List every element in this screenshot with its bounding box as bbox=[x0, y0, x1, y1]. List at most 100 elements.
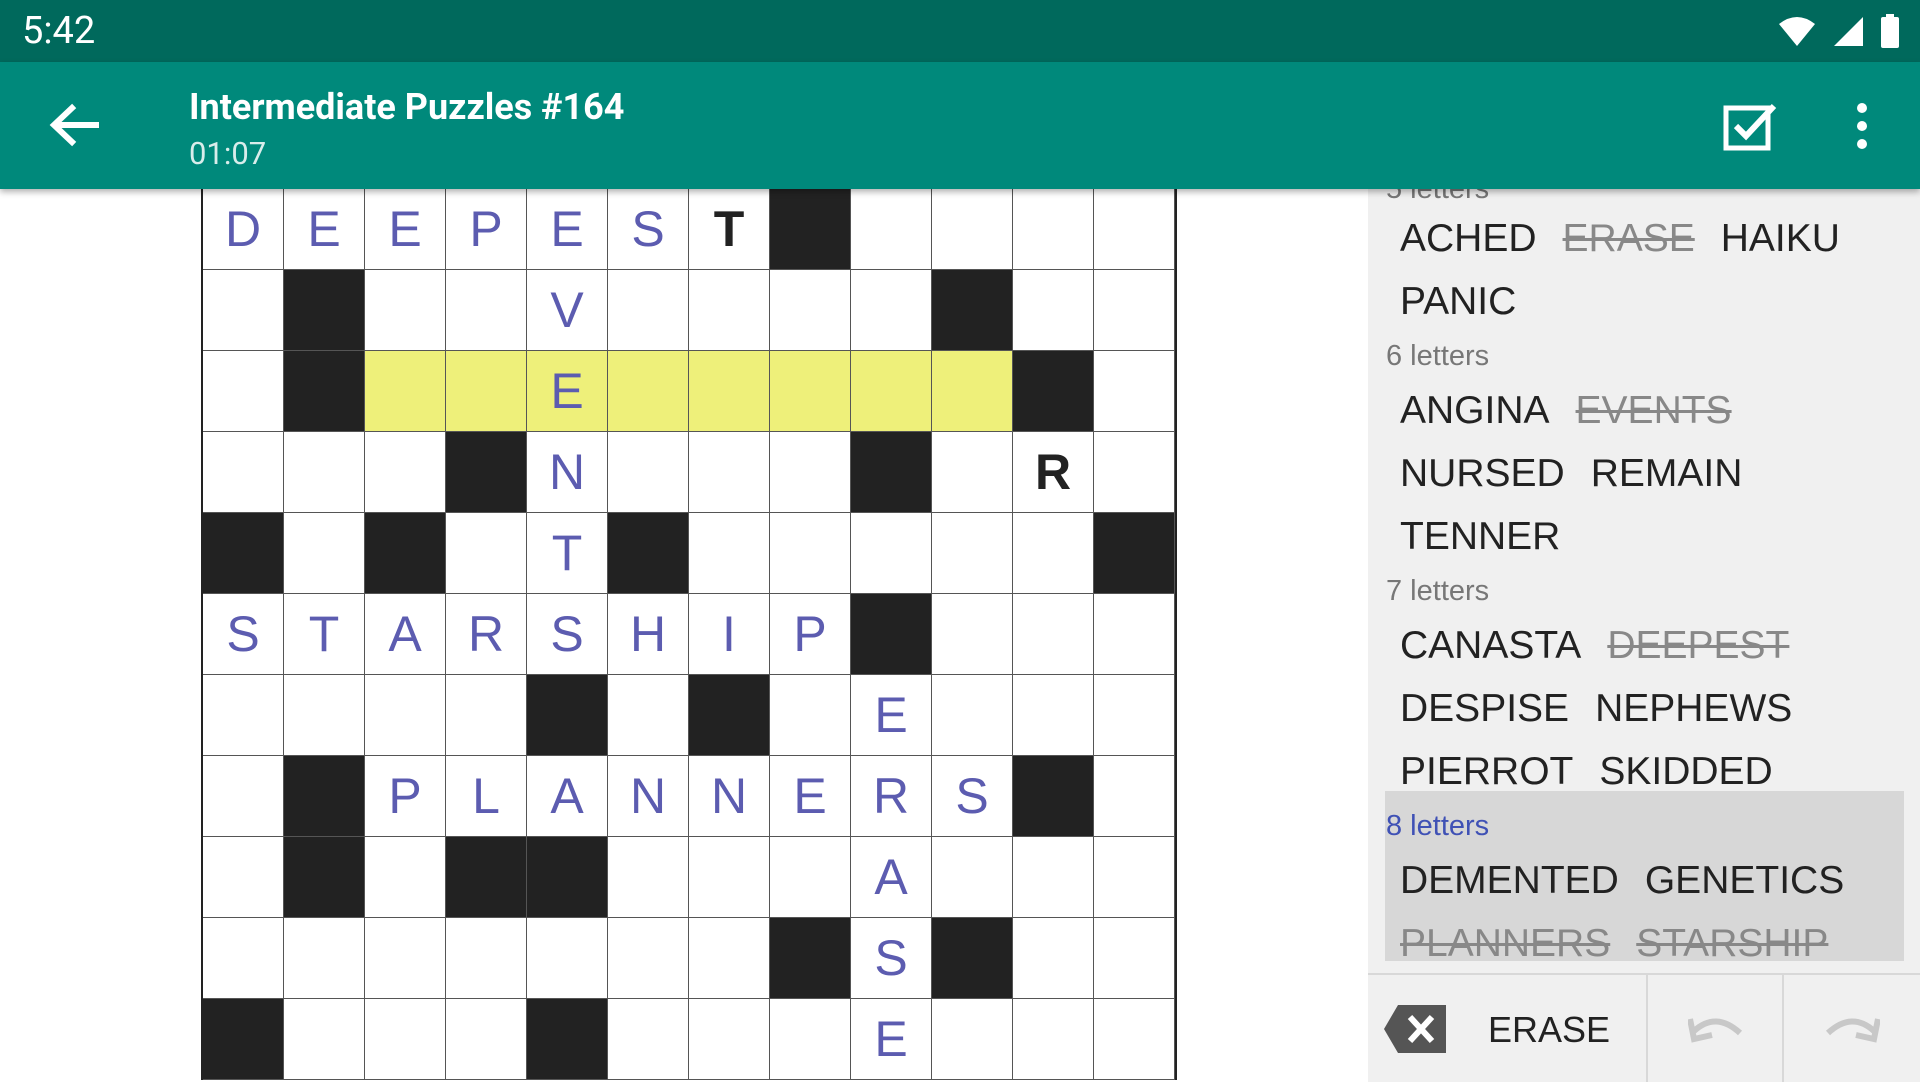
grid-cell[interactable] bbox=[608, 432, 689, 513]
grid-cell[interactable] bbox=[932, 513, 1013, 594]
word-item[interactable]: GENETICS bbox=[1645, 859, 1844, 902]
grid-cell[interactable] bbox=[203, 432, 284, 513]
grid-block[interactable] bbox=[689, 675, 770, 756]
grid-cell[interactable] bbox=[284, 675, 365, 756]
grid-cell[interactable] bbox=[851, 513, 932, 594]
word-item[interactable]: ACHED bbox=[1400, 217, 1537, 260]
grid-cell[interactable]: N bbox=[527, 432, 608, 513]
grid-cell[interactable]: T bbox=[284, 594, 365, 675]
grid-cell[interactable]: N bbox=[689, 756, 770, 837]
grid-cell[interactable] bbox=[1013, 594, 1094, 675]
grid-cell[interactable] bbox=[932, 351, 1013, 432]
back-arrow-icon[interactable] bbox=[44, 100, 104, 150]
word-item[interactable]: PLANNERS bbox=[1400, 922, 1610, 965]
grid-cell[interactable] bbox=[446, 675, 527, 756]
grid-block[interactable] bbox=[284, 351, 365, 432]
grid-cell[interactable] bbox=[1094, 594, 1175, 675]
word-item[interactable]: DEMENTED bbox=[1400, 859, 1619, 902]
grid-cell[interactable]: P bbox=[770, 594, 851, 675]
grid-cell[interactable] bbox=[527, 918, 608, 999]
erase-button[interactable]: ERASE bbox=[1368, 975, 1646, 1082]
redo-button[interactable] bbox=[1782, 975, 1920, 1082]
grid-cell[interactable] bbox=[446, 513, 527, 594]
grid-cell[interactable] bbox=[365, 918, 446, 999]
grid-cell[interactable]: R bbox=[1013, 432, 1094, 513]
grid-cell[interactable] bbox=[932, 189, 1013, 270]
grid-cell[interactable] bbox=[608, 351, 689, 432]
grid-cell[interactable] bbox=[689, 837, 770, 918]
grid-block[interactable] bbox=[365, 513, 446, 594]
grid-block[interactable] bbox=[284, 270, 365, 351]
grid-cell[interactable]: R bbox=[851, 756, 932, 837]
grid-cell[interactable]: N bbox=[608, 756, 689, 837]
grid-cell[interactable]: E bbox=[527, 351, 608, 432]
grid-cell[interactable]: S bbox=[932, 756, 1013, 837]
grid-cell[interactable] bbox=[1094, 351, 1175, 432]
grid-cell[interactable] bbox=[1013, 270, 1094, 351]
grid-block[interactable] bbox=[527, 837, 608, 918]
grid-cell[interactable] bbox=[365, 675, 446, 756]
crossword-grid[interactable]: DEEPESTVENRTSTARSHIPEPLANNERSASE bbox=[201, 189, 1177, 1080]
grid-cell[interactable] bbox=[284, 513, 365, 594]
grid-cell[interactable] bbox=[446, 270, 527, 351]
grid-block[interactable] bbox=[851, 594, 932, 675]
grid-cell[interactable]: P bbox=[446, 189, 527, 270]
overflow-menu-icon[interactable] bbox=[1848, 100, 1876, 152]
grid-cell[interactable]: E bbox=[284, 189, 365, 270]
grid-block[interactable] bbox=[284, 837, 365, 918]
grid-cell[interactable] bbox=[1094, 270, 1175, 351]
grid-block[interactable] bbox=[284, 756, 365, 837]
grid-cell[interactable] bbox=[851, 189, 932, 270]
word-item[interactable]: PANIC bbox=[1400, 280, 1516, 323]
grid-cell[interactable] bbox=[932, 837, 1013, 918]
grid-cell[interactable] bbox=[1013, 837, 1094, 918]
grid-cell[interactable]: R bbox=[446, 594, 527, 675]
grid-cell[interactable] bbox=[689, 513, 770, 594]
grid-cell[interactable] bbox=[689, 918, 770, 999]
grid-block[interactable] bbox=[851, 432, 932, 513]
grid-cell[interactable] bbox=[284, 918, 365, 999]
grid-cell[interactable]: E bbox=[527, 189, 608, 270]
grid-cell[interactable]: A bbox=[851, 837, 932, 918]
grid-cell[interactable]: V bbox=[527, 270, 608, 351]
grid-cell[interactable] bbox=[689, 999, 770, 1080]
grid-cell[interactable] bbox=[1094, 432, 1175, 513]
grid-cell[interactable]: S bbox=[851, 918, 932, 999]
grid-cell[interactable] bbox=[608, 270, 689, 351]
grid-cell[interactable] bbox=[770, 999, 851, 1080]
grid-cell[interactable] bbox=[446, 351, 527, 432]
grid-cell[interactable] bbox=[203, 675, 284, 756]
grid-block[interactable] bbox=[1013, 756, 1094, 837]
grid-cell[interactable]: A bbox=[365, 594, 446, 675]
word-item[interactable]: PIERROT bbox=[1400, 750, 1573, 793]
grid-cell[interactable] bbox=[365, 999, 446, 1080]
grid-cell[interactable]: T bbox=[689, 189, 770, 270]
grid-cell[interactable] bbox=[284, 432, 365, 513]
grid-cell[interactable] bbox=[1094, 999, 1175, 1080]
word-item[interactable]: HAIKU bbox=[1721, 217, 1840, 260]
grid-cell[interactable]: E bbox=[851, 999, 932, 1080]
grid-cell[interactable] bbox=[1094, 189, 1175, 270]
word-item[interactable]: NURSED bbox=[1400, 452, 1565, 495]
word-item[interactable]: ERASE bbox=[1563, 217, 1695, 260]
grid-cell[interactable]: S bbox=[608, 189, 689, 270]
grid-cell[interactable] bbox=[1094, 837, 1175, 918]
grid-cell[interactable] bbox=[770, 513, 851, 594]
grid-block[interactable] bbox=[1013, 351, 1094, 432]
grid-cell[interactable] bbox=[203, 270, 284, 351]
word-item[interactable]: NEPHEWS bbox=[1595, 687, 1792, 730]
grid-cell[interactable] bbox=[689, 432, 770, 513]
grid-cell[interactable]: E bbox=[770, 756, 851, 837]
grid-block[interactable] bbox=[932, 270, 1013, 351]
grid-block[interactable] bbox=[770, 189, 851, 270]
grid-cell[interactable] bbox=[1094, 675, 1175, 756]
grid-cell[interactable]: S bbox=[527, 594, 608, 675]
undo-button[interactable] bbox=[1646, 975, 1784, 1082]
word-item[interactable]: CANASTA bbox=[1400, 624, 1581, 667]
grid-cell[interactable] bbox=[1013, 513, 1094, 594]
grid-cell[interactable] bbox=[608, 837, 689, 918]
grid-block[interactable] bbox=[203, 999, 284, 1080]
word-item[interactable]: STARSHIP bbox=[1636, 922, 1828, 965]
grid-cell[interactable] bbox=[770, 270, 851, 351]
grid-cell[interactable] bbox=[1013, 918, 1094, 999]
